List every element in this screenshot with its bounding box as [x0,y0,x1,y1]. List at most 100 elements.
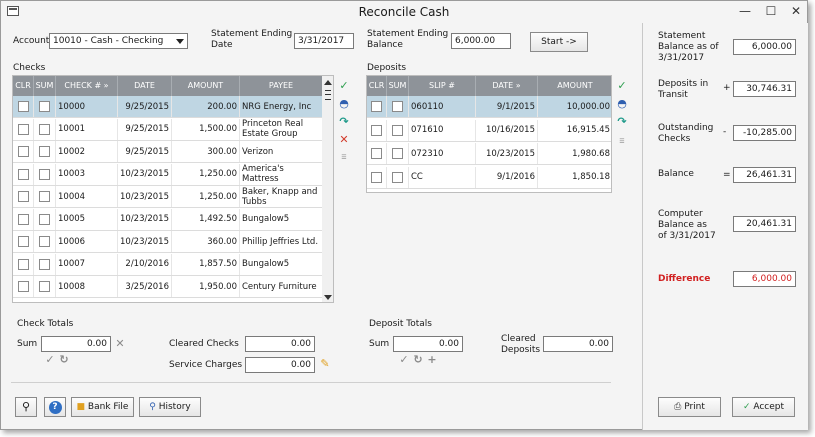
sum-checkbox[interactable] [39,258,50,270]
table-row[interactable]: 10005 10/23/2015 1,492.50 Bungalow5 [13,208,323,231]
table-row[interactable]: 10000 9/25/2015 200.00 NRG Energy, Inc [13,96,323,118]
binoculars-icon[interactable]: ◓ [337,97,351,111]
col-amount[interactable]: AMOUNT [172,76,240,96]
col-payee[interactable]: PAYEE [240,76,323,96]
redo-arrow-icon[interactable]: ↷ [337,115,351,129]
amount-cell: 16,915.45 [538,120,611,141]
clr-checkbox[interactable] [371,124,382,136]
sum-checkbox[interactable] [39,123,50,135]
clr-checkbox[interactable] [371,171,382,183]
payee-cell: Bungalow5 [240,253,323,275]
table-row[interactable]: 10003 10/23/2015 1,250.00 America's Mattres… [13,163,323,186]
minimize-icon[interactable]: — [734,3,756,19]
column-select-icon[interactable]: ☰ [337,151,351,165]
dep-column-select-icon[interactable]: ☰ [615,135,629,149]
dep-col-amount[interactable]: AMOUNT [538,76,611,96]
clear-sum-icon[interactable]: ✕ [113,337,127,351]
table-row[interactable]: CC 9/1/2016 1,850.18 [367,166,611,189]
scroll-up-icon[interactable] [324,80,332,85]
sum-checkbox[interactable] [392,124,403,136]
table-row[interactable]: 10002 9/25/2015 300.00 Verizon [13,141,323,163]
close-icon[interactable]: ✕ [785,3,807,19]
clr-checkbox[interactable] [17,123,29,135]
magnifier-icon: ⚲ [21,400,31,413]
col-sum[interactable]: SUM [34,76,56,96]
dep-col-clr[interactable]: CLR [367,76,387,96]
amount-cell: 10,000.00 [538,96,611,117]
clr-checkbox[interactable] [17,101,29,112]
dep-checkmark-icon[interactable]: ✓ [615,79,629,93]
clr-checkbox[interactable] [17,168,29,180]
delete-icon[interactable]: ✕ [337,133,351,147]
cleared-checks-input: 0.00 [245,336,315,352]
sum-checkbox-cell [34,231,56,252]
clr-checkbox[interactable] [17,236,29,247]
check-sum-refresh-icon[interactable]: ↻ [57,353,71,367]
dep-col-slip[interactable]: SLIP # [409,76,476,96]
deposit-sum-input[interactable]: 0.00 [393,336,463,352]
sum-checkbox[interactable] [39,146,50,157]
clr-checkbox[interactable] [17,191,29,202]
accept-button[interactable]: ✓ Accept [732,397,795,417]
sum-checkbox[interactable] [39,168,50,180]
table-row[interactable]: 10006 10/23/2015 360.00 Phillip Jeffries Lt… [13,231,323,253]
history-button[interactable]: ⚲ History [139,397,201,417]
scroll-down-icon[interactable] [324,295,332,300]
start-button[interactable]: Start -> [530,32,588,52]
footer-separator [11,382,611,383]
sum-checkbox[interactable] [392,101,403,112]
table-row[interactable]: 10007 2/10/2016 1,857.50 Bungalow5 [13,253,323,276]
checkmark-icon[interactable]: ✓ [337,79,351,93]
check-sum-input[interactable]: 0.00 [41,336,111,352]
checks-scrollbar[interactable] [322,76,333,302]
deposit-sum-refresh-icon[interactable]: ↻ [411,353,425,367]
dep-redo-arrow-icon[interactable]: ↷ [615,115,629,129]
window-title: Reconcile Cash [358,5,450,19]
help-button[interactable]: ? [44,397,66,417]
clr-checkbox[interactable] [17,281,29,292]
clr-checkbox[interactable] [17,258,29,270]
statement-ending-date-input[interactable]: 3/31/2017 [294,33,354,49]
statement-ending-balance-input[interactable]: 6,000.00 [451,33,511,49]
pencil-icon[interactable]: ✎ [318,357,332,371]
table-row[interactable]: 072310 10/23/2015 1,980.68 [367,143,611,165]
clr-checkbox[interactable] [371,148,382,159]
print-button[interactable]: ⎙ Print [658,397,721,417]
sum-checkbox[interactable] [39,191,50,202]
scroll-thumb[interactable] [325,90,331,100]
dep-binoculars-icon[interactable]: ◓ [615,97,629,111]
clr-checkbox[interactable] [371,101,382,112]
table-row[interactable]: 10001 9/25/2015 1,500.00 Princeton Real Est… [13,118,323,141]
table-row[interactable]: 060110 9/1/2015 10,000.00 [367,96,611,118]
outstanding-checks-value: -10,285.00 [733,125,796,141]
dep-col-date[interactable]: DATE » [476,76,538,96]
table-row[interactable]: 10008 3/25/2016 1,950.00 Century Furniture [13,276,323,298]
check-sum-checkmark-icon[interactable]: ✓ [43,353,57,367]
sum-checkbox[interactable] [39,236,50,247]
clr-checkbox[interactable] [17,213,29,225]
account-dropdown[interactable]: 10010 - Cash - Checking [49,33,188,49]
amount-cell: 1,492.50 [172,208,240,230]
search-button[interactable]: ⚲ [15,397,37,417]
col-clr[interactable]: CLR [13,76,34,96]
sum-checkbox[interactable] [39,213,50,225]
bank-file-button[interactable]: ■ Bank File [71,397,134,417]
service-charges-input[interactable]: 0.00 [245,357,315,373]
title-bar: Reconcile Cash — ☐ ✕ [1,1,807,23]
maximize-icon[interactable]: ☐ [760,3,782,19]
clr-checkbox[interactable] [17,146,29,157]
deposit-sum-checkmark-icon[interactable]: ✓ [397,353,411,367]
sum-checkbox[interactable] [39,281,50,292]
dep-col-sum[interactable]: SUM [387,76,409,96]
sum-checkbox[interactable] [39,101,50,112]
table-row[interactable]: 10004 10/23/2015 1,250.00 Baker, Knapp and … [13,186,323,208]
sum-checkbox[interactable] [392,171,403,183]
col-check-number[interactable]: CHECK # » [56,76,118,96]
amount-cell: 1,250.00 [172,186,240,207]
table-row[interactable]: 071610 10/16/2015 16,915.45 [367,119,611,142]
deposit-sum-add-icon[interactable]: + [425,353,439,367]
check-number-cell: 10003 [56,163,118,185]
slip-number-cell: 072310 [409,143,476,164]
sum-checkbox[interactable] [392,148,403,159]
col-date[interactable]: DATE [118,76,172,96]
